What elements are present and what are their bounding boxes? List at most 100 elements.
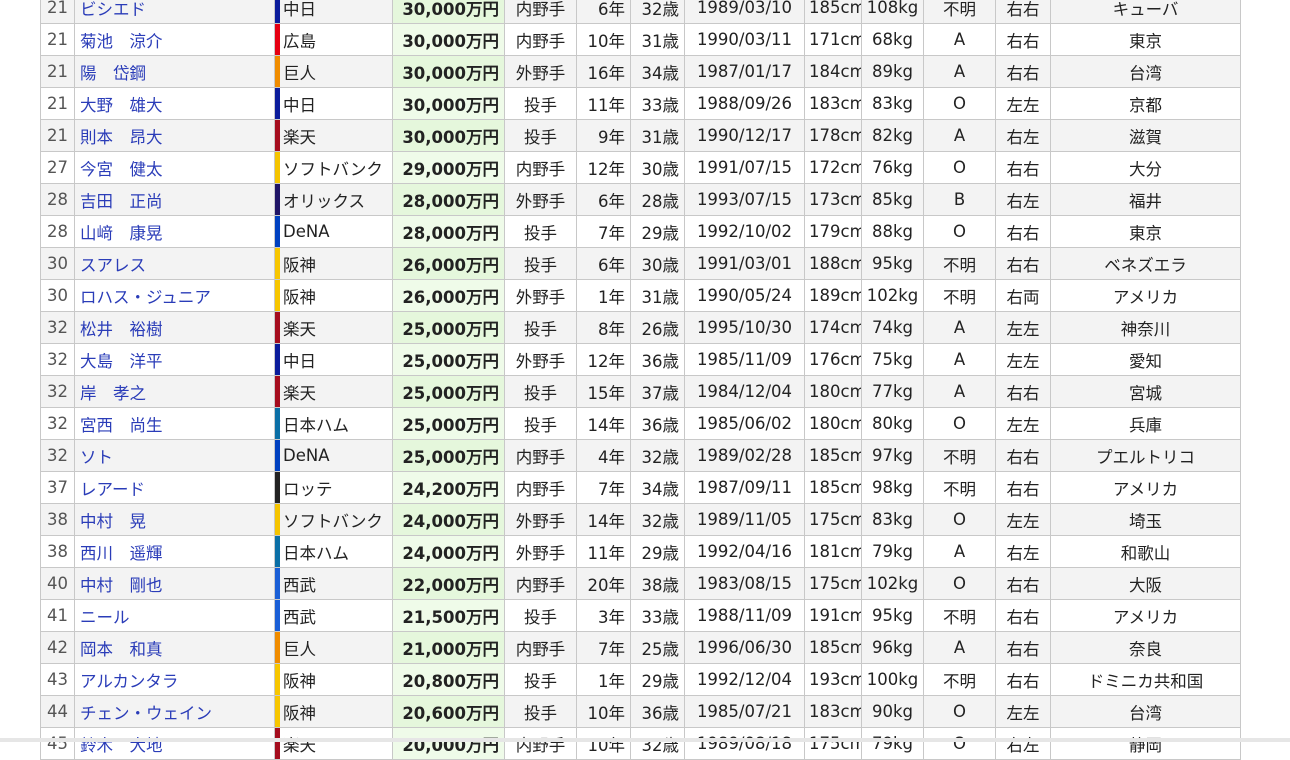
salary-cell: 24,200万円 (393, 472, 505, 504)
player-name-link[interactable]: ニール (80, 608, 130, 627)
bats-throws-cell: 右左 (996, 184, 1051, 216)
age-cell: 28歳 (631, 184, 685, 216)
player-name-link[interactable]: 宮西 尚生 (80, 416, 163, 435)
player-name-cell: ビシエド (75, 0, 275, 24)
player-name-link[interactable]: ソト (80, 448, 113, 467)
player-name-link[interactable]: アルカンタラ (80, 672, 178, 691)
age-cell: 26歳 (631, 312, 685, 344)
age-cell: 33歳 (631, 600, 685, 632)
salary-cell: 20,800万円 (393, 664, 505, 696)
age-cell: 29歳 (631, 664, 685, 696)
years-cell: 16年 (577, 56, 631, 88)
blood-type-cell: A (924, 120, 996, 152)
height-cell: 175cm (805, 504, 862, 536)
weight-cell: 75kg (862, 344, 924, 376)
rank-cell: 21 (41, 120, 75, 152)
team-name: 中日 (283, 352, 316, 371)
team-cell: 西武 (275, 568, 393, 600)
team-cell: 阪神 (275, 664, 393, 696)
player-name-cell: 西川 遥輝 (75, 536, 275, 568)
rank-cell: 21 (41, 24, 75, 56)
table-row: 44チェン・ウェイン阪神20,600万円投手10年36歳1985/07/2118… (41, 696, 1241, 728)
player-name-cell: 岸 孝之 (75, 376, 275, 408)
player-name-link[interactable]: レアード (80, 480, 145, 499)
weight-cell: 82kg (862, 120, 924, 152)
position-cell: 内野手 (505, 152, 577, 184)
player-name-cell: ロハス・ジュニア (75, 280, 275, 312)
height-cell: 191cm (805, 600, 862, 632)
player-name-link[interactable]: 則本 昂大 (80, 128, 163, 147)
player-name-link[interactable]: 松井 裕樹 (80, 320, 163, 339)
age-cell: 25歳 (631, 632, 685, 664)
bats-throws-cell: 左左 (996, 312, 1051, 344)
years-cell: 12年 (577, 344, 631, 376)
team-color-bar (275, 248, 280, 279)
team-cell: 西武 (275, 600, 393, 632)
weight-cell: 108kg (862, 0, 924, 24)
birthdate-cell: 1991/07/15 (685, 152, 805, 184)
player-name-link[interactable]: 山﨑 康晃 (80, 224, 163, 243)
weight-cell: 96kg (862, 632, 924, 664)
rank-cell: 32 (41, 344, 75, 376)
player-name-link[interactable]: 岸 孝之 (80, 384, 146, 403)
years-cell: 7年 (577, 632, 631, 664)
blood-type-cell: 不明 (924, 0, 996, 24)
player-name-cell: 則本 昂大 (75, 120, 275, 152)
height-cell: 193cm (805, 664, 862, 696)
team-name: 阪神 (283, 288, 316, 307)
player-name-link[interactable]: 中村 剛也 (80, 576, 163, 595)
blood-type-cell: 不明 (924, 280, 996, 312)
age-cell: 34歳 (631, 472, 685, 504)
age-cell: 31歳 (631, 280, 685, 312)
rank-cell: 43 (41, 664, 75, 696)
height-cell: 185cm (805, 632, 862, 664)
player-name-link[interactable]: スアレス (80, 256, 146, 275)
age-cell: 32歳 (631, 440, 685, 472)
player-name-link[interactable]: 吉田 正尚 (80, 192, 163, 211)
player-name-link[interactable]: 中村 晃 (80, 512, 146, 531)
team-color-bar (275, 24, 280, 55)
birthdate-cell: 1992/10/02 (685, 216, 805, 248)
player-name-link[interactable]: 西川 遥輝 (80, 544, 163, 563)
weight-cell: 77kg (862, 376, 924, 408)
birthdate-cell: 1989/08/18 (685, 728, 805, 760)
rank-cell: 21 (41, 0, 75, 24)
team-color-bar (275, 472, 280, 503)
position-cell: 内野手 (505, 24, 577, 56)
player-name-link[interactable]: 今宮 健太 (80, 160, 163, 179)
rank-cell: 32 (41, 376, 75, 408)
years-cell: 8年 (577, 312, 631, 344)
bats-throws-cell: 右左 (996, 536, 1051, 568)
player-name-link[interactable]: 陽 岱鋼 (80, 64, 146, 83)
player-name-link[interactable]: チェン・ウェイン (80, 704, 212, 723)
origin-cell: 和歌山 (1051, 536, 1241, 568)
bats-throws-cell: 右右 (996, 568, 1051, 600)
salary-cell: 21,000万円 (393, 632, 505, 664)
player-name-link[interactable]: ロハス・ジュニア (80, 288, 211, 307)
player-name-link[interactable]: ビシエド (80, 0, 146, 19)
salary-cell: 28,000万円 (393, 216, 505, 248)
player-name-link[interactable]: 菊池 涼介 (80, 32, 163, 51)
height-cell: 189cm (805, 280, 862, 312)
position-cell: 外野手 (505, 280, 577, 312)
origin-cell: ドミニカ共和国 (1051, 664, 1241, 696)
salary-ranking-table-container: 21ビシエド中日30,000万円内野手6年32歳1989/03/10185cm1… (40, 0, 1240, 760)
player-name-link[interactable]: 大野 雄大 (80, 96, 163, 115)
team-cell: 日本ハム (275, 536, 393, 568)
bats-throws-cell: 右右 (996, 472, 1051, 504)
player-name-link[interactable]: 大島 洋平 (80, 352, 163, 371)
origin-cell: 宮城 (1051, 376, 1241, 408)
table-row: 43アルカンタラ阪神20,800万円投手1年29歳1992/12/04193cm… (41, 664, 1241, 696)
weight-cell: 80kg (862, 408, 924, 440)
blood-type-cell: 不明 (924, 664, 996, 696)
bats-throws-cell: 左左 (996, 696, 1051, 728)
player-name-link[interactable]: 岡本 和真 (80, 640, 163, 659)
salary-cell: 20,600万円 (393, 696, 505, 728)
salary-cell: 25,000万円 (393, 344, 505, 376)
horizontal-scrollbar[interactable] (0, 738, 1290, 742)
position-cell: 内野手 (505, 440, 577, 472)
player-name-cell: 岡本 和真 (75, 632, 275, 664)
bats-throws-cell: 右右 (996, 600, 1051, 632)
weight-cell: 89kg (862, 56, 924, 88)
team-name: 楽天 (283, 320, 316, 339)
